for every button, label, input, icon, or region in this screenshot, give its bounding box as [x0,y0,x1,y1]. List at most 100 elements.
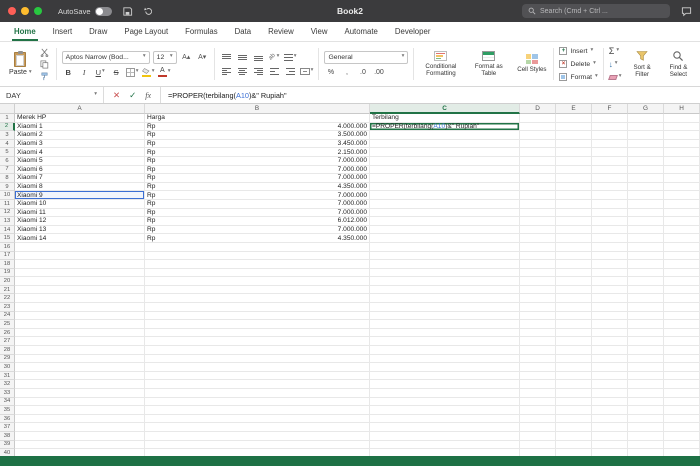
cell-e30[interactable] [556,363,592,372]
cell-f17[interactable] [592,252,628,261]
cell-e21[interactable] [556,286,592,295]
cell-f19[interactable] [592,269,628,278]
cell-g21[interactable] [628,286,664,295]
cell-g2[interactable] [628,123,664,132]
cell-f11[interactable] [592,200,628,209]
cell-b34[interactable] [145,398,370,407]
tab-view[interactable]: View [309,22,330,41]
cell-h4[interactable] [664,140,700,149]
cell-d33[interactable] [520,389,556,398]
cell-a27[interactable] [15,337,145,346]
cell-d23[interactable] [520,303,556,312]
copy-button[interactable] [38,59,51,70]
cell-h26[interactable] [664,329,700,338]
cell-g3[interactable] [628,131,664,140]
cell-h34[interactable] [664,398,700,407]
cell-b37[interactable] [145,423,370,432]
sort-filter-button[interactable]: Sort & Filter [627,45,658,83]
row-header-14[interactable]: 14 [0,226,15,235]
tab-home[interactable]: Home [12,22,38,41]
cell-a11[interactable]: Xiaomi 10 [15,200,145,209]
cell-g9[interactable] [628,183,664,192]
cell-e23[interactable] [556,303,592,312]
cell-d30[interactable] [520,363,556,372]
cell-e6[interactable] [556,157,592,166]
cell-d16[interactable] [520,243,556,252]
cell-a20[interactable] [15,277,145,286]
merge-center-button[interactable]: ▾ [300,66,314,77]
cell-f5[interactable] [592,148,628,157]
number-format-select[interactable]: General▾ [324,51,408,64]
search-input[interactable]: Search (Cmd + Ctrl ... [522,4,670,18]
cell-d40[interactable] [520,449,556,456]
minimize-window-button[interactable] [21,7,29,15]
row-header-30[interactable]: 30 [0,363,15,372]
cell-c9[interactable] [370,183,520,192]
comments-icon[interactable] [681,6,692,17]
cell-g10[interactable] [628,191,664,200]
cell-d39[interactable] [520,441,556,450]
row-header-13[interactable]: 13 [0,217,15,226]
row-header-17[interactable]: 17 [0,252,15,261]
cell-c28[interactable] [370,346,520,355]
increase-decimal-button[interactable]: .00 [372,67,385,78]
cell-g12[interactable] [628,209,664,218]
cell-h21[interactable] [664,286,700,295]
cell-h20[interactable] [664,277,700,286]
cell-c3[interactable] [370,131,520,140]
cell-d21[interactable] [520,286,556,295]
cell-a3[interactable]: Xiaomi 2 [15,131,145,140]
align-bottom-button[interactable] [252,52,265,63]
row-header-9[interactable]: 9 [0,183,15,192]
cell-c4[interactable] [370,140,520,149]
cell-e31[interactable] [556,372,592,381]
bold-button[interactable]: B [62,67,75,78]
font-size-select[interactable]: 12▾ [153,51,177,64]
row-header-23[interactable]: 23 [0,303,15,312]
cell-c18[interactable] [370,260,520,269]
comma-style-button[interactable]: , [340,67,353,78]
row-header-2[interactable]: 2 [0,123,15,132]
column-header-b[interactable]: B [145,104,370,114]
row-header-4[interactable]: 4 [0,140,15,149]
format-as-table-button[interactable]: Format as Table [467,45,510,83]
cell-h6[interactable] [664,157,700,166]
column-header-a[interactable]: A [15,104,145,114]
row-header-10[interactable]: 10 [0,191,15,200]
wrap-text-button[interactable]: ▾ [284,52,297,63]
cell-f35[interactable] [592,406,628,415]
cell-e38[interactable] [556,432,592,441]
cell-b20[interactable] [145,277,370,286]
row-header-16[interactable]: 16 [0,243,15,252]
cell-e25[interactable] [556,320,592,329]
cell-e17[interactable] [556,252,592,261]
row-header-19[interactable]: 19 [0,269,15,278]
cell-g14[interactable] [628,226,664,235]
increase-font-button[interactable]: A▴ [180,52,193,63]
cell-b21[interactable] [145,286,370,295]
cell-b10[interactable]: Rp7.000.000 [145,191,370,200]
cell-c29[interactable] [370,355,520,364]
cell-g25[interactable] [628,320,664,329]
cell-a24[interactable] [15,312,145,321]
tab-draw[interactable]: Draw [87,22,109,41]
cell-d29[interactable] [520,355,556,364]
cell-a31[interactable] [15,372,145,381]
cell-g38[interactable] [628,432,664,441]
cell-a36[interactable] [15,415,145,424]
cell-styles-button[interactable]: Cell Styles [515,45,548,83]
cell-a7[interactable]: Xiaomi 6 [15,166,145,175]
cell-d17[interactable] [520,252,556,261]
cell-b14[interactable]: Rp7.000.000 [145,226,370,235]
cell-d28[interactable] [520,346,556,355]
row-header-24[interactable]: 24 [0,312,15,321]
align-top-button[interactable] [220,52,233,63]
cell-c14[interactable] [370,226,520,235]
cell-h24[interactable] [664,312,700,321]
cell-g16[interactable] [628,243,664,252]
cell-c39[interactable] [370,441,520,450]
cell-e35[interactable] [556,406,592,415]
cell-h3[interactable] [664,131,700,140]
cell-f22[interactable] [592,294,628,303]
row-header-6[interactable]: 6 [0,157,15,166]
